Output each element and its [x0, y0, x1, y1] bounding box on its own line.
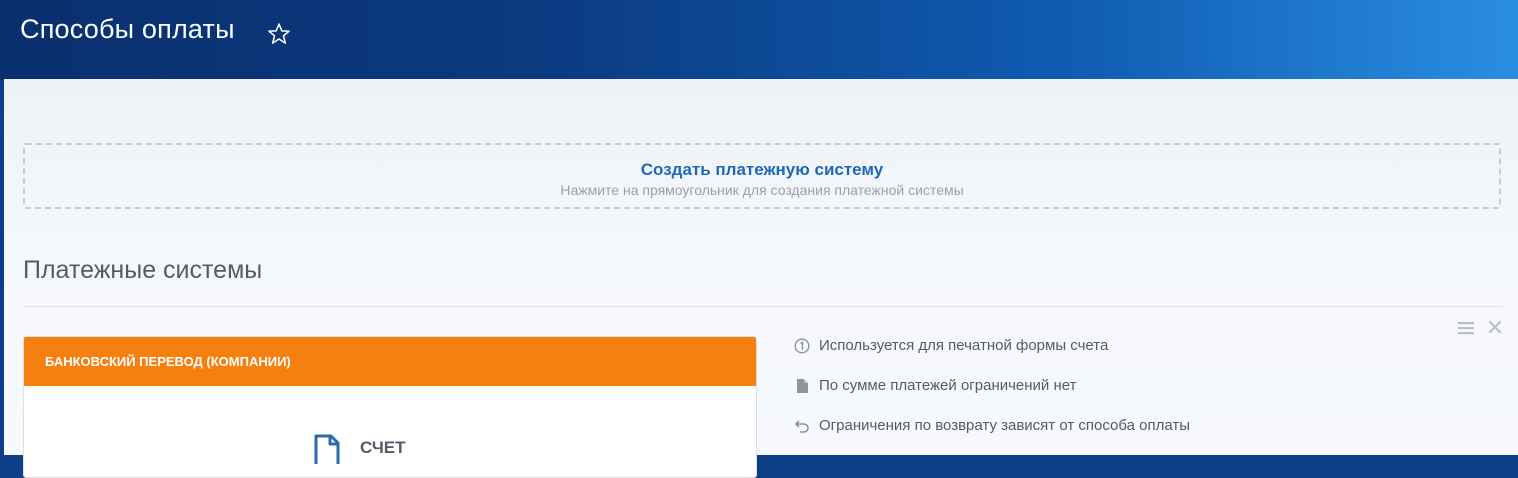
section-title: Платежные системы: [23, 256, 263, 284]
payment-system-card[interactable]: БАНКОВСКИЙ ПЕРЕВОД (КОМПАНИИ) СЧЕТ: [23, 336, 757, 478]
info-text: По сумме платежей ограничений нет: [819, 377, 1077, 394]
create-title: Создать платежную систему: [640, 160, 884, 179]
card-header: БАНКОВСКИЙ ПЕРЕВОД (КОМПАНИИ): [24, 337, 756, 386]
create-payment-system-button[interactable]: Создать платежную систему Нажмите на пря…: [23, 143, 1501, 209]
document-icon: [797, 379, 808, 393]
menu-icon[interactable]: [1458, 321, 1474, 335]
card-header-label: БАНКОВСКИЙ ПЕРЕВОД (КОМПАНИИ): [45, 354, 291, 369]
info-text: Ограничения по возврату зависят от спосо…: [819, 417, 1191, 434]
page-title: Способы оплаты: [20, 14, 235, 44]
info-circle-icon: [794, 338, 810, 354]
page-header: Способы оплаты: [0, 0, 1518, 80]
main-content: Создать платежную систему Нажмите на пря…: [4, 79, 1518, 478]
star-outline-icon[interactable]: [266, 21, 292, 47]
close-icon[interactable]: [1488, 320, 1502, 334]
divider: [23, 306, 1503, 307]
undo-icon: [795, 420, 809, 433]
document-icon: [314, 434, 340, 464]
info-text: Используется для печатной формы счета: [819, 337, 1109, 354]
create-subtitle: Нажмите на прямоугольник для создания пл…: [560, 182, 964, 198]
card-doc-label: СЧЕТ: [360, 438, 406, 457]
